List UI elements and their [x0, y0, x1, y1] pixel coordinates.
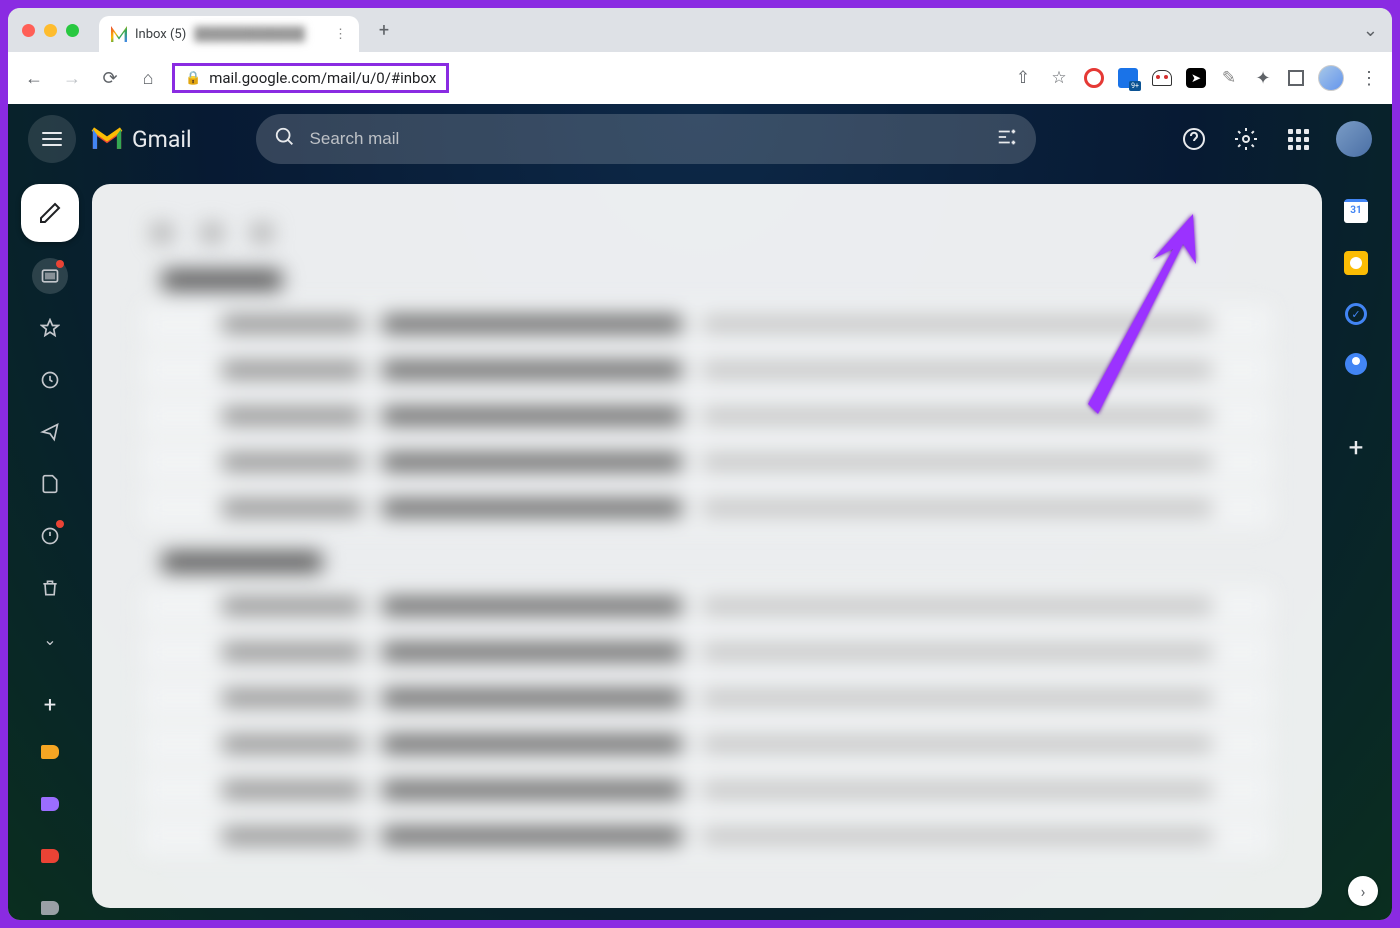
side-panel: + [1330, 199, 1382, 463]
extension-privacy-icon[interactable] [1152, 70, 1172, 86]
settings-button[interactable] [1226, 119, 1266, 159]
window-controls [22, 24, 79, 37]
google-apps-button[interactable] [1278, 119, 1318, 159]
chrome-menu-icon[interactable]: ⋮ [1358, 67, 1380, 89]
chrome-profile-avatar[interactable] [1318, 65, 1344, 91]
search-options-icon[interactable] [996, 126, 1018, 153]
extension-brush-icon[interactable]: ✎ [1220, 69, 1238, 87]
support-button[interactable] [1174, 119, 1214, 159]
hide-side-panel-button[interactable]: › [1348, 876, 1378, 906]
notification-dot [56, 520, 64, 528]
bookmark-star-icon[interactable]: ☆ [1048, 67, 1070, 89]
gmail-m-icon [90, 126, 124, 152]
inbox-nav[interactable] [32, 258, 68, 294]
drafts-nav[interactable] [32, 466, 68, 502]
browser-title-bar: Inbox (5) ████████████ ⋮ + ⌄ [8, 8, 1392, 52]
url-text[interactable]: mail.google.com/mail/u/0/#inbox [209, 69, 436, 87]
reload-button[interactable]: ⟳ [96, 64, 124, 92]
new-label-button[interactable]: + [44, 693, 56, 718]
trash-nav[interactable] [32, 570, 68, 606]
sent-nav[interactable] [32, 414, 68, 450]
search-icon [274, 126, 296, 153]
extensions-menu-icon[interactable]: ✦ [1252, 67, 1274, 89]
left-nav-rail: ⌄ + [20, 184, 80, 920]
gmail-app: Gmail [8, 104, 1392, 920]
pencil-icon [38, 201, 62, 225]
extension-opera-icon[interactable] [1084, 68, 1104, 88]
gmail-favicon [111, 26, 127, 42]
maximize-window-button[interactable] [66, 24, 79, 37]
tab-title-redacted: ████████████ [194, 26, 305, 42]
notification-dot [56, 260, 64, 268]
extension-reader-icon[interactable] [1288, 70, 1304, 86]
mail-list-panel [92, 184, 1322, 908]
browser-tab[interactable]: Inbox (5) ████████████ ⋮ [99, 16, 359, 52]
star-icon [40, 318, 60, 338]
address-bar-highlight: 🔒 mail.google.com/mail/u/0/#inbox [172, 63, 449, 93]
home-button[interactable]: ⌂ [134, 64, 162, 92]
tab-title: Inbox (5) [135, 27, 186, 42]
hamburger-icon [42, 132, 62, 146]
search-box[interactable] [256, 114, 1036, 164]
browser-toolbar: ← → ⟳ ⌂ 🔒 mail.google.com/mail/u/0/#inbo… [8, 52, 1392, 104]
mail-list-blurred [92, 184, 1322, 908]
extension-translate-icon[interactable] [1118, 68, 1138, 88]
help-icon [1182, 127, 1206, 151]
label-icon [41, 745, 59, 759]
minimize-window-button[interactable] [44, 24, 57, 37]
inbox-icon [40, 266, 60, 286]
label-icon [41, 901, 59, 915]
forward-button[interactable]: → [58, 64, 86, 92]
label-orange[interactable] [32, 734, 68, 770]
keep-addon[interactable] [1344, 251, 1368, 275]
new-tab-button[interactable]: + [369, 15, 399, 45]
main-menu-button[interactable] [28, 115, 76, 163]
clock-icon [40, 370, 60, 390]
send-icon [40, 422, 60, 442]
back-button[interactable]: ← [20, 64, 48, 92]
account-avatar[interactable] [1336, 121, 1372, 157]
gmail-header: Gmail [8, 104, 1392, 174]
calendar-addon[interactable] [1344, 199, 1368, 223]
share-icon[interactable]: ⇧ [1012, 67, 1034, 89]
toolbar-right: ⇧ ☆ ➤ ✎ ✦ ⋮ [1012, 65, 1380, 91]
close-window-button[interactable] [22, 24, 35, 37]
label-red[interactable] [32, 838, 68, 874]
gmail-logo[interactable]: Gmail [90, 126, 192, 153]
gear-icon [1234, 127, 1258, 151]
more-nav-toggle[interactable]: ⌄ [43, 630, 56, 649]
starred-nav[interactable] [32, 310, 68, 346]
trash-icon [40, 578, 60, 598]
important-nav[interactable] [32, 518, 68, 554]
contacts-addon[interactable] [1345, 353, 1367, 375]
alert-icon [40, 526, 60, 546]
search-input[interactable] [310, 129, 996, 149]
gmail-wordmark: Gmail [132, 126, 192, 153]
get-addons-button[interactable]: + [1349, 433, 1364, 463]
extension-send-icon[interactable]: ➤ [1186, 68, 1206, 88]
file-icon [40, 474, 60, 494]
compose-button[interactable] [21, 184, 79, 242]
label-icon [41, 849, 59, 863]
label-gray[interactable] [32, 890, 68, 920]
tasks-addon[interactable] [1345, 303, 1367, 325]
label-purple[interactable] [32, 786, 68, 822]
label-icon [41, 797, 59, 811]
apps-grid-icon [1288, 129, 1309, 150]
tab-close-icon[interactable]: ⋮ [334, 27, 347, 42]
snoozed-nav[interactable] [32, 362, 68, 398]
tabs-overflow-button[interactable]: ⌄ [1363, 20, 1378, 41]
lock-icon[interactable]: 🔒 [185, 71, 201, 86]
